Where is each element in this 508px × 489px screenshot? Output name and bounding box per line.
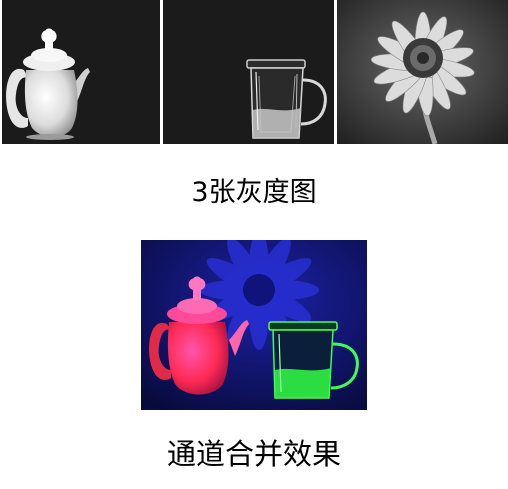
glass-cup-image — [163, 0, 334, 144]
grayscale-image-flower — [337, 0, 508, 144]
merged-channels-image — [141, 240, 367, 410]
flower-image — [337, 0, 508, 144]
grayscale-image-teapot — [2, 0, 160, 144]
merged-caption: 通道合并效果 — [166, 437, 341, 471]
grayscale-caption: 3张灰度图 — [191, 177, 317, 208]
grayscale-image-glass — [163, 0, 334, 144]
teapot-image — [2, 0, 160, 144]
merged-composite-image — [141, 240, 367, 410]
